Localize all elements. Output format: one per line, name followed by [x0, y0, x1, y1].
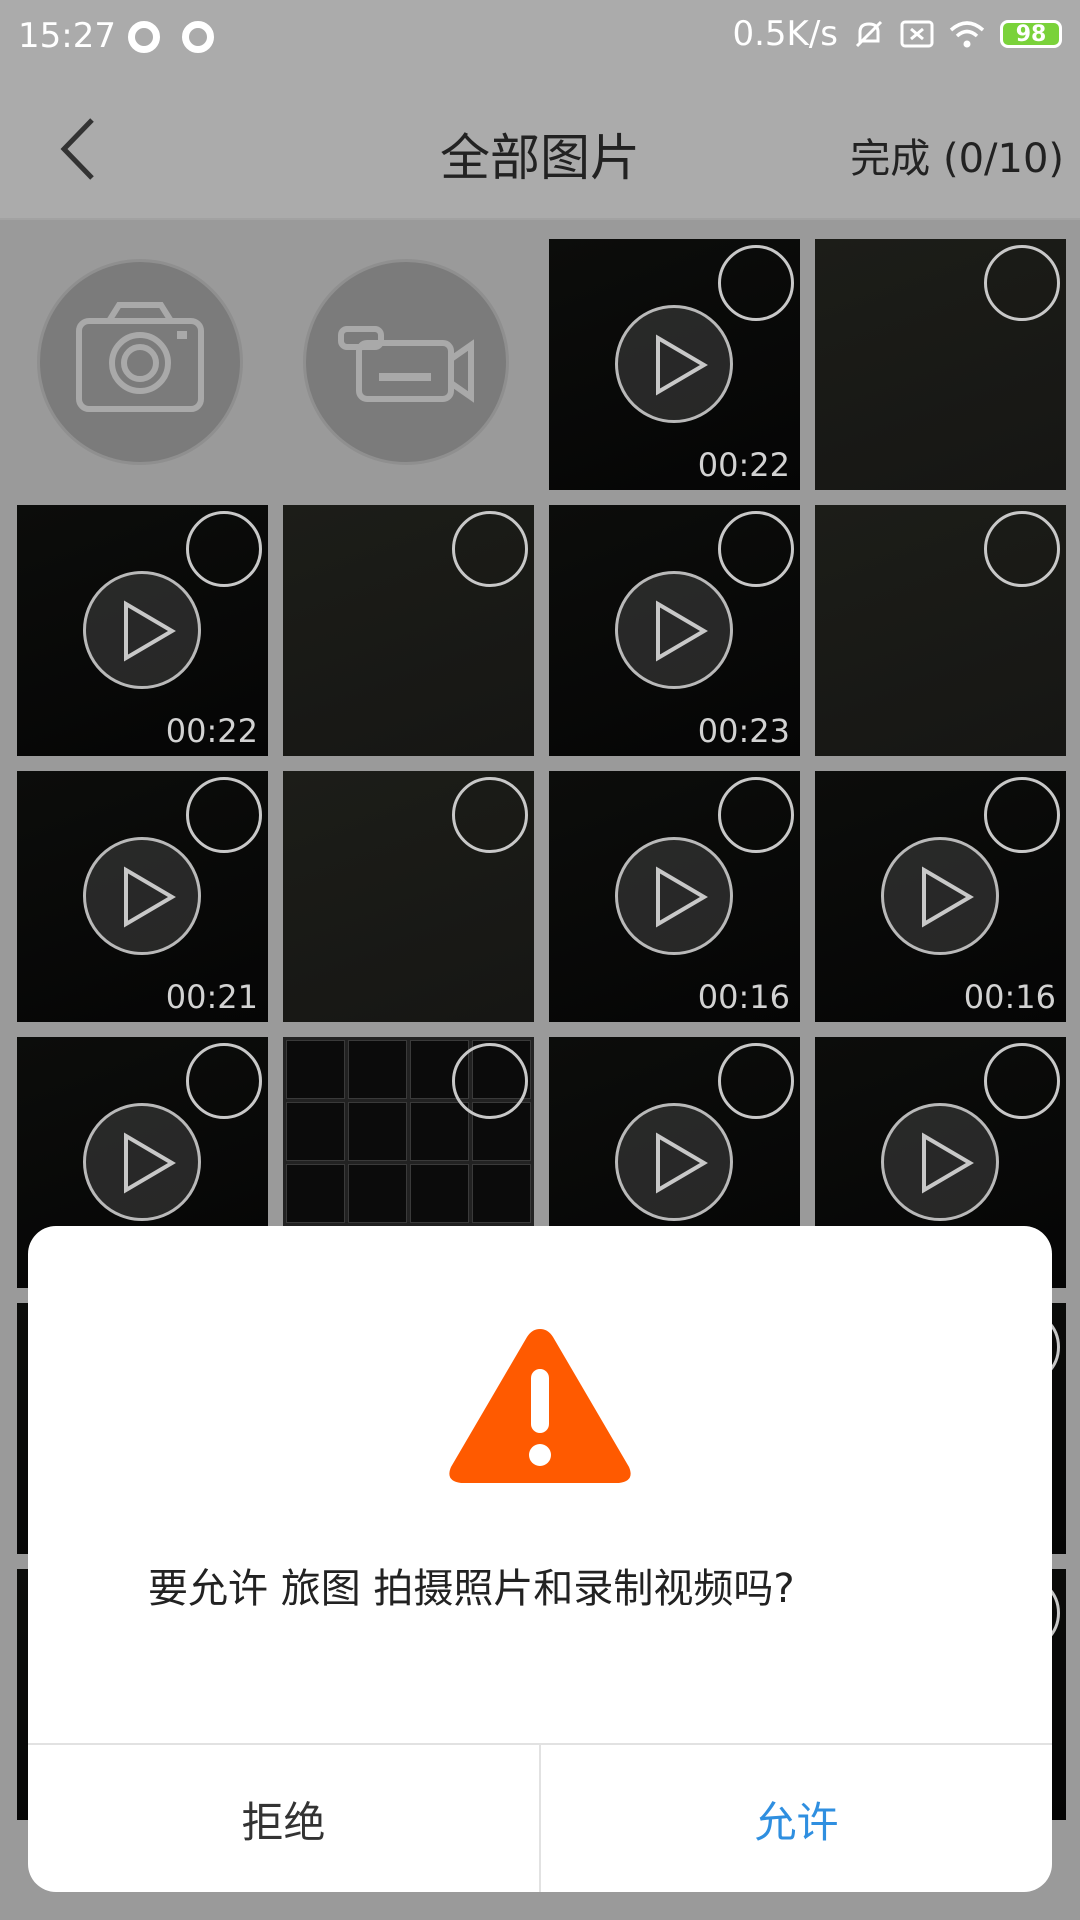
network-speed: 0.5K/s — [732, 14, 838, 54]
video-camera-circle — [303, 259, 509, 465]
select-circle[interactable] — [718, 1043, 794, 1119]
record-dot-icon — [128, 21, 160, 53]
select-circle[interactable] — [984, 777, 1060, 853]
select-circle[interactable] — [718, 245, 794, 321]
select-circle[interactable] — [452, 1043, 528, 1119]
allow-button[interactable]: 允许 — [541, 1745, 1052, 1892]
take-photo-button[interactable] — [17, 239, 268, 490]
play-icon — [615, 571, 733, 689]
done-button[interactable]: 完成 (0/10) — [850, 126, 1064, 184]
select-circle[interactable] — [718, 777, 794, 853]
play-icon — [615, 1103, 733, 1221]
header: 全部图片 完成 (0/10) — [0, 74, 1080, 220]
record-video-button[interactable] — [283, 239, 534, 490]
select-circle[interactable] — [984, 245, 1060, 321]
media-item[interactable] — [815, 239, 1066, 490]
select-circle[interactable] — [186, 511, 262, 587]
select-circle[interactable] — [984, 511, 1060, 587]
mute-bell-icon — [855, 20, 883, 48]
play-icon — [83, 837, 201, 955]
select-circle[interactable] — [984, 1043, 1060, 1119]
media-item[interactable] — [283, 505, 534, 756]
battery-icon: 98 — [1000, 20, 1062, 48]
video-duration: 00:22 — [165, 712, 258, 750]
video-duration: 00:23 — [697, 712, 790, 750]
media-item[interactable] — [283, 771, 534, 1022]
select-circle[interactable] — [452, 511, 528, 587]
play-icon — [83, 1103, 201, 1221]
deny-button[interactable]: 拒绝 — [28, 1745, 541, 1892]
record-dot-icon — [182, 21, 214, 53]
media-item[interactable]: 00:23 — [549, 505, 800, 756]
video-duration: 00:21 — [165, 978, 258, 1016]
media-item[interactable] — [815, 505, 1066, 756]
play-icon — [881, 837, 999, 955]
play-icon — [83, 571, 201, 689]
permission-dialog: 要允许 旅图 拍摄照片和录制视频吗? 拒绝 允许 — [28, 1226, 1052, 1892]
sim-off-icon — [900, 20, 934, 48]
wifi-icon — [949, 21, 985, 48]
camera-circle — [37, 259, 243, 465]
media-item[interactable]: 00:22 — [549, 239, 800, 490]
video-duration: 00:16 — [697, 978, 790, 1016]
permission-message: 要允许 旅图 拍摄照片和录制视频吗? — [148, 1566, 795, 1612]
media-item[interactable]: 00:16 — [549, 771, 800, 1022]
select-circle[interactable] — [718, 511, 794, 587]
camera-icon — [76, 302, 204, 412]
media-item[interactable]: 00:21 — [17, 771, 268, 1022]
play-icon — [615, 305, 733, 423]
media-item[interactable]: 00:22 — [17, 505, 268, 756]
media-item[interactable]: 00:16 — [815, 771, 1066, 1022]
video-duration: 00:16 — [963, 978, 1056, 1016]
status-time: 15:27 — [18, 16, 116, 56]
select-circle[interactable] — [186, 777, 262, 853]
warning-icon — [449, 1329, 631, 1483]
video-camera-icon — [338, 326, 474, 403]
video-duration: 00:22 — [697, 446, 790, 484]
play-icon — [615, 837, 733, 955]
select-circle[interactable] — [452, 777, 528, 853]
play-icon — [881, 1103, 999, 1221]
select-circle[interactable] — [186, 1043, 262, 1119]
dialog-buttons: 拒绝 允许 — [28, 1743, 1052, 1892]
status-bar: 15:27 0.5K/s 98 — [0, 0, 1080, 74]
